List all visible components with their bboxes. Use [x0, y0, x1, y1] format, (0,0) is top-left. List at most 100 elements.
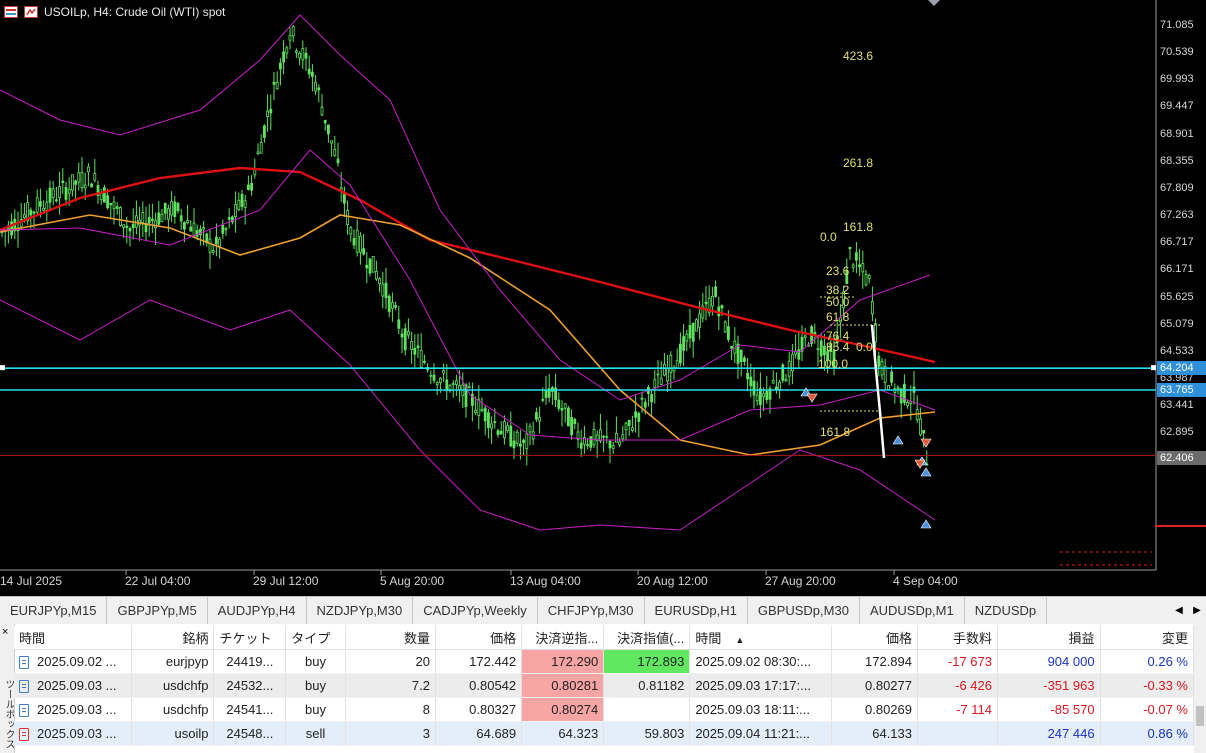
chart-tab[interactable]: EURUSDp,H1	[645, 597, 748, 624]
candle-body	[496, 430, 500, 435]
chart-tab[interactable]: EURJPYp,M15	[0, 597, 108, 624]
column-header[interactable]: チケット	[213, 626, 287, 650]
candle-body	[141, 212, 145, 223]
cell-commission	[917, 721, 998, 746]
candle-body	[442, 370, 446, 374]
candle-body	[275, 81, 279, 90]
tab-scroll-arrows[interactable]: ◀ ▶	[1170, 597, 1206, 624]
column-header-label: 損益	[1068, 631, 1095, 646]
candle-body	[45, 201, 49, 211]
candle-body	[307, 68, 311, 75]
cell-text: 172.894	[865, 654, 912, 669]
candle-body	[819, 340, 823, 357]
price-tick-label: 69.993	[1160, 73, 1194, 86]
tab-scroll-right-icon[interactable]: ▶	[1193, 605, 1201, 616]
candle-body	[368, 258, 372, 274]
cell-text: 24541...	[226, 702, 274, 717]
candle-body	[119, 207, 122, 226]
candle-body	[438, 377, 442, 383]
scrollbar-thumb[interactable]	[1196, 706, 1204, 726]
candle-body	[262, 125, 266, 138]
cell-change: 0.86 %	[1100, 721, 1195, 746]
candle-body	[106, 195, 109, 209]
table-scrollbar[interactable]	[1194, 624, 1206, 753]
candle-body	[358, 235, 362, 253]
close-icon[interactable]: ×	[2, 626, 8, 638]
column-header[interactable]: 価格	[435, 626, 523, 650]
price-tick-label: 66.717	[1160, 236, 1194, 249]
candle-body	[682, 336, 685, 351]
chart-tab[interactable]: AUDJPYp,H4	[208, 597, 307, 624]
candle-body	[541, 398, 545, 401]
chart-tab[interactable]: CADJPYp,Weekly	[413, 597, 538, 624]
table-row[interactable]: 2025.09.03 ... usdchfp 24532... buy 7.2 0.805…	[14, 673, 1195, 698]
column-header[interactable]: 手数料	[917, 626, 998, 650]
column-header[interactable]: タイプ	[285, 626, 346, 650]
candle-body	[339, 187, 343, 191]
cell-symbol: usdchfp	[131, 673, 215, 698]
cell-commission: -7 114	[917, 697, 998, 722]
table-header: 時間 銘柄 チケット タイプ 数量 価格 決済逆指... 決済指値(... 時間 ▲ 価格 手数料 損益…	[14, 626, 1195, 650]
cell-volume: 20	[345, 649, 437, 674]
table-row[interactable]: 2025.09.03 ... usdchfp 24541... buy 8 0.80327…	[14, 697, 1195, 722]
column-header[interactable]: 時間	[14, 626, 133, 650]
cell-text: -7 114	[956, 702, 992, 717]
cell-text: 24532...	[226, 678, 274, 693]
cell-ticket: 24541...	[213, 697, 287, 722]
position-document-icon[interactable]	[19, 680, 29, 694]
candle-body	[771, 380, 775, 384]
candle-body	[234, 204, 238, 218]
cell-price: 172.442	[435, 649, 523, 674]
candle-body	[669, 354, 673, 374]
column-header[interactable]: 決済逆指...	[521, 626, 605, 650]
chart-canvas[interactable]	[0, 0, 1206, 595]
candle-body	[122, 224, 125, 228]
candle-body	[727, 326, 730, 340]
candle-body	[90, 183, 93, 188]
column-header[interactable]: 損益	[997, 626, 1101, 650]
candle-body	[39, 201, 42, 207]
column-header[interactable]: 変更	[1100, 626, 1195, 650]
position-document-icon[interactable]	[19, 728, 29, 742]
cell-text: 0.80269	[865, 702, 912, 717]
candle-body	[394, 305, 398, 308]
candle-body	[525, 433, 529, 450]
cell-text: 0.80281	[551, 678, 599, 693]
candle-body	[170, 201, 174, 216]
sort-asc-icon[interactable]: ▲	[735, 635, 744, 645]
candle-body	[458, 385, 462, 391]
position-document-icon[interactable]	[19, 656, 29, 670]
table-row[interactable]: 2025.09.02 ... eurjpyp 24419... buy 20 172.44…	[14, 649, 1195, 674]
chart-tab[interactable]: GBPJPYp,M5	[107, 597, 208, 624]
column-header-label: 変更	[1161, 631, 1188, 646]
chart-tab[interactable]: AUDUSDp,M1	[860, 597, 965, 624]
position-document-icon[interactable]	[19, 704, 29, 718]
candle-body	[432, 374, 436, 381]
cell-tp	[603, 697, 691, 722]
tab-scroll-left-icon[interactable]: ◀	[1175, 605, 1183, 616]
fib-level-label: 0.0	[820, 230, 837, 245]
column-header[interactable]: 価格	[831, 626, 919, 650]
column-header[interactable]: 決済指値(...	[603, 626, 691, 650]
chart-tab[interactable]: NZDUSDp	[965, 597, 1048, 624]
chart-tab[interactable]: GBPUSDp,M30	[748, 597, 860, 624]
cell-text: 2025.09.03 ...	[37, 701, 117, 717]
chart-tab[interactable]: CHFJPYp,M30	[538, 597, 645, 624]
candle-body	[371, 256, 375, 273]
chart-window-icon[interactable]	[4, 6, 18, 18]
cell-cur-price: 0.80277	[831, 673, 919, 698]
candle-body	[115, 206, 119, 209]
column-header[interactable]: 数量	[345, 626, 437, 650]
table-row[interactable]: 2025.09.03 ... usoilp 24548... sell 3 64.689 6…	[14, 721, 1195, 746]
cell-text: 172.893	[637, 654, 685, 669]
candle-body	[871, 301, 874, 315]
trade-sell-arrow-icon	[920, 438, 932, 448]
chart-settings-icon[interactable]	[24, 6, 38, 18]
price-tick-label: 62.895	[1160, 426, 1194, 439]
candle-body	[720, 305, 724, 309]
chart-tab[interactable]: NZDJPYp,M30	[307, 597, 414, 624]
column-header[interactable]: 銘柄	[131, 626, 215, 650]
candle-body	[29, 209, 33, 216]
price-chart[interactable]: USOILp, H4: Crude Oil (WTI) spot 71.085 7…	[0, 0, 1206, 595]
column-header[interactable]: 時間 ▲	[689, 626, 832, 650]
